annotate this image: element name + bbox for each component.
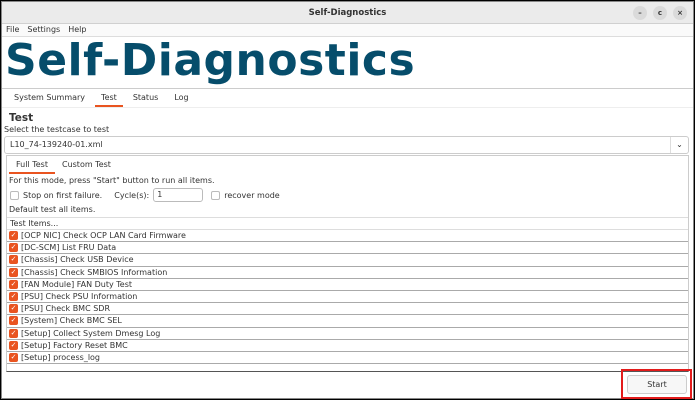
- checkbox-checked-icon[interactable]: ✓: [9, 304, 18, 314]
- title-bar: Self-Diagnostics – c ×: [2, 2, 693, 24]
- testcase-value: L10_74-139240-01.xml: [10, 140, 103, 149]
- list-item[interactable]: ✓ [PSU] Check PSU Information: [7, 291, 688, 304]
- tab-full-test[interactable]: Full Test: [9, 156, 55, 174]
- tab-system-summary[interactable]: System Summary: [8, 89, 91, 107]
- cycles-input[interactable]: 1: [153, 188, 204, 202]
- checkbox-checked-icon[interactable]: ✓: [9, 279, 18, 289]
- list-item[interactable]: ✓ [Setup] Factory Reset BMC: [7, 340, 688, 352]
- window-title: Self-Diagnostics: [308, 8, 387, 18]
- testcase-label: Select the testcase to test: [4, 125, 110, 134]
- checkbox-checked-icon[interactable]: ✓: [9, 352, 18, 362]
- cycles-label: Cycle(s):: [114, 190, 150, 200]
- mode-hint: For this mode, press "Start" button to r…: [9, 176, 215, 185]
- tab-custom-test[interactable]: Custom Test: [55, 156, 118, 174]
- checkbox-checked-icon[interactable]: ✓: [9, 316, 18, 326]
- list-item[interactable]: ✓ [Chassis] Check USB Device: [7, 254, 688, 267]
- checkbox-checked-icon[interactable]: ✓: [9, 328, 18, 338]
- checkbox-checked-icon[interactable]: ✓: [9, 231, 18, 241]
- checkbox-checked-icon[interactable]: ✓: [9, 267, 18, 277]
- item-label: [Setup] Factory Reset BMC: [21, 340, 128, 350]
- app-title: Self-Diagnostics: [2, 37, 693, 89]
- recover-mode-label: recover mode: [224, 190, 280, 200]
- list-item[interactable]: ✓ [FAN Module] FAN Duty Test: [7, 279, 688, 291]
- test-mode-panel: Full Test Custom Test For this mode, pre…: [6, 155, 689, 372]
- item-label: [Setup] Collect System Dmesg Log: [21, 328, 161, 338]
- recover-mode-checkbox[interactable]: [211, 190, 221, 200]
- item-label: [PSU] Check BMC SDR: [21, 304, 111, 314]
- close-icon[interactable]: ×: [673, 6, 687, 20]
- stop-on-failure-label: Stop on first failure.: [23, 190, 103, 200]
- list-item[interactable]: ✓ [Chassis] Check SMBIOS Information: [7, 267, 688, 279]
- testcase-select[interactable]: L10_74-139240-01.xml ⌄: [4, 136, 689, 154]
- item-label: [Chassis] Check USB Device: [21, 255, 134, 265]
- list-item[interactable]: ✓ [OCP NIC] Check OCP LAN Card Firmware: [7, 230, 688, 243]
- section-heading: Test: [9, 112, 34, 124]
- list-item[interactable]: ✓ [System] Check BMC SEL: [7, 315, 688, 328]
- list-item[interactable]: ✓ [Setup] process_log: [7, 352, 688, 365]
- minimize-icon[interactable]: –: [633, 6, 647, 20]
- item-label: [PSU] Check PSU Information: [21, 292, 138, 302]
- checkbox-checked-icon[interactable]: ✓: [9, 292, 18, 302]
- main-tabs: System Summary Test Status Log: [2, 89, 693, 108]
- item-label: [DC-SCM] List FRU Data: [21, 243, 117, 253]
- tab-test[interactable]: Test: [95, 89, 123, 107]
- start-highlight: Start: [621, 369, 692, 399]
- item-label: [FAN Module] FAN Duty Test: [21, 279, 133, 289]
- stop-on-failure-checkbox[interactable]: [10, 190, 19, 200]
- tab-log[interactable]: Log: [168, 89, 194, 107]
- item-label: [OCP NIC] Check OCP LAN Card Firmware: [21, 231, 186, 241]
- list-item[interactable]: ✓ [PSU] Check BMC SDR: [7, 303, 688, 316]
- list-header: Test Items...: [7, 218, 688, 230]
- checkbox-checked-icon[interactable]: ✓: [9, 255, 18, 265]
- default-note: Default test all items.: [9, 205, 96, 214]
- app-window: Self-Diagnostics – c × File Settings Hel…: [1, 1, 694, 399]
- test-items-list: Test Items... ✓ [OCP NIC] Check OCP LAN C…: [7, 217, 688, 365]
- checkbox-checked-icon[interactable]: ✓: [9, 243, 18, 253]
- list-item[interactable]: ✓ [DC-SCM] List FRU Data: [7, 242, 688, 255]
- list-item[interactable]: ✓ [Setup] Collect System Dmesg Log: [7, 328, 688, 340]
- checkbox-checked-icon[interactable]: ✓: [9, 340, 18, 350]
- start-button[interactable]: Start: [627, 375, 687, 394]
- tab-status[interactable]: Status: [127, 89, 165, 107]
- item-label: [Setup] process_log: [21, 352, 101, 362]
- chevron-down-icon[interactable]: ⌄: [670, 137, 688, 153]
- item-label: [Chassis] Check SMBIOS Information: [21, 267, 168, 277]
- maximize-icon[interactable]: c: [653, 6, 667, 20]
- item-label: [System] Check BMC SEL: [21, 316, 122, 326]
